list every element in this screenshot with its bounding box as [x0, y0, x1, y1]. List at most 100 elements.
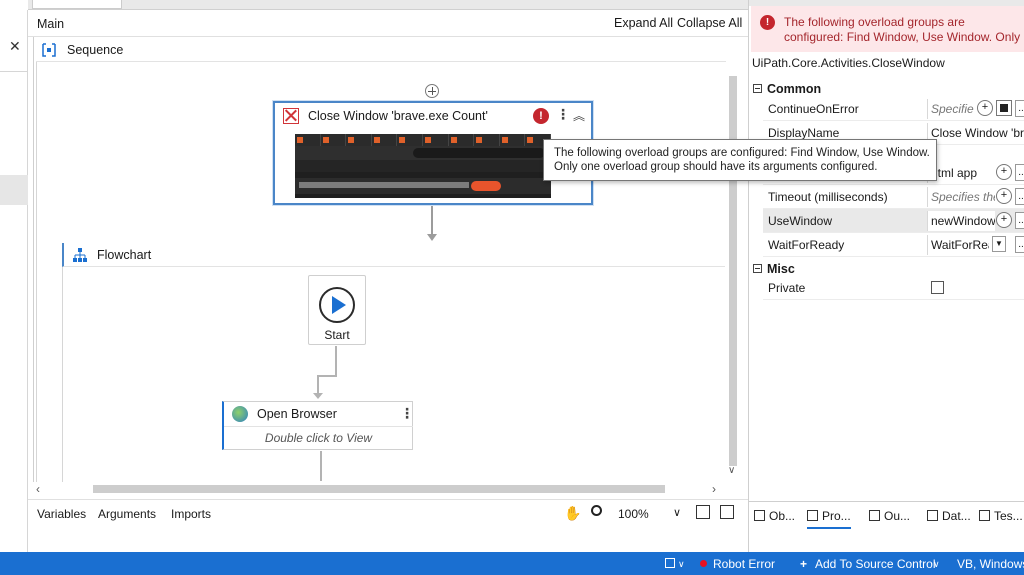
zoom-level[interactable]: 100%: [618, 507, 649, 521]
flowchart-header[interactable]: Flowchart: [62, 243, 725, 267]
close-panel-icon[interactable]: ✕: [9, 38, 21, 55]
activity-type-name: UiPath.Core.Activities.CloseWindow: [752, 56, 945, 70]
close-window-icon: [283, 108, 299, 124]
document-tab-bar: [28, 0, 748, 10]
collapse-box-icon[interactable]: [753, 264, 762, 273]
divider: [224, 426, 413, 427]
fit-to-screen-icon[interactable]: [696, 505, 710, 519]
horizontal-scrollbar[interactable]: ‹ ›: [33, 482, 726, 496]
open-browser-hint: Double click to View: [264, 431, 373, 445]
scroll-thumb[interactable]: [729, 76, 737, 466]
flow-connector: [320, 451, 322, 481]
start-label: Start: [324, 328, 350, 342]
scroll-right-icon[interactable]: ›: [712, 482, 716, 496]
prop-wait-for-ready[interactable]: WaitForReady WaitForRea ▼ ..: [763, 233, 1024, 257]
vertical-scrollbar[interactable]: ∨: [726, 62, 740, 482]
divider: [0, 71, 28, 72]
tab-data-manager[interactable]: Dat...: [927, 502, 971, 529]
prop-timeout[interactable]: Timeout (milliseconds) Specifies the + .…: [763, 185, 1024, 209]
uipath-studio-window: ✕ Main Expand All Collapse All Sequence …: [0, 0, 1024, 575]
connector-arrow: [427, 234, 437, 241]
flow-arrow: [313, 393, 323, 399]
overview-icon[interactable]: [720, 505, 734, 519]
robot-status-icon: [700, 560, 707, 567]
wrench-icon: [807, 510, 818, 521]
test-icon: [979, 510, 990, 521]
dropdown-arrow-icon[interactable]: ▼: [992, 236, 1006, 252]
error-banner: ! The following overload groups are conf…: [751, 6, 1024, 52]
flow-connector: [335, 346, 337, 376]
open-browser-title: Open Browser: [257, 407, 337, 421]
variables-tab[interactable]: Variables: [37, 507, 86, 521]
more-options-icon[interactable]: ⋮: [556, 106, 570, 123]
flowchart-border: [62, 267, 63, 482]
tab-object-browser[interactable]: Ob...: [754, 502, 795, 529]
scroll-left-icon[interactable]: ‹: [36, 482, 40, 496]
add-activity-icon[interactable]: [425, 84, 439, 98]
flowchart-label: Flowchart: [97, 248, 152, 262]
collapse-icon[interactable]: ︽: [573, 107, 585, 124]
sequence-icon: [42, 43, 56, 57]
flowchart-icon: [73, 248, 87, 262]
ellipsis-button[interactable]: ..: [1015, 188, 1024, 205]
sequence-border: [36, 62, 37, 482]
plus-icon[interactable]: +: [977, 100, 993, 116]
tab-properties[interactable]: Pro...: [807, 502, 851, 529]
zoom-icon[interactable]: [591, 505, 602, 516]
continue-on-error-field[interactable]: Specifie: [927, 99, 975, 119]
plus-icon[interactable]: +: [996, 212, 1012, 228]
flow-connector: [317, 375, 337, 377]
open-browser-activity[interactable]: Open Browser ⋮ Double click to View: [222, 401, 414, 450]
plus-icon[interactable]: +: [996, 164, 1012, 180]
tab-outline[interactable]: Ou...: [869, 502, 910, 529]
display-name-field[interactable]: Close Window 'brav: [927, 123, 1024, 143]
expand-all-button[interactable]: Expand All: [614, 16, 673, 30]
collapse-all-button[interactable]: Collapse All: [677, 16, 742, 30]
preview-browser-tabs: [295, 134, 551, 146]
globe-icon: [232, 406, 248, 422]
object-icon: [754, 510, 765, 521]
more-options-icon[interactable]: ⋮: [400, 405, 414, 422]
project-language[interactable]: VB, Windows: [957, 557, 1024, 571]
scroll-thumb[interactable]: [93, 485, 665, 493]
collapse-box-icon[interactable]: [753, 84, 762, 93]
selected-item[interactable]: [0, 175, 28, 205]
chevron-down-icon[interactable]: ∨: [673, 506, 681, 519]
prop-use-window[interactable]: UseWindow newWindow + ..: [763, 209, 1024, 233]
start-node[interactable]: Start: [308, 275, 366, 345]
add-to-source-control[interactable]: Add To Source Control: [815, 557, 936, 571]
chevron-down-icon[interactable]: ∨: [678, 559, 685, 570]
private-checkbox[interactable]: [931, 281, 944, 294]
prop-continue-on-error[interactable]: ContinueOnError Specifie + ..: [763, 97, 1024, 121]
timeout-field[interactable]: Specifies the: [927, 187, 995, 207]
pan-hand-icon[interactable]: ✋: [564, 505, 581, 522]
play-icon: [332, 296, 346, 314]
chevron-down-icon[interactable]: ∨: [933, 559, 940, 570]
publish-icon[interactable]: [665, 558, 675, 568]
ellipsis-button[interactable]: ..: [1015, 100, 1024, 117]
breadcrumb[interactable]: Main: [37, 17, 64, 31]
plus-icon[interactable]: +: [996, 188, 1012, 204]
designer-header: Main Expand All Collapse All: [28, 10, 748, 37]
use-window-field[interactable]: newWindow: [927, 211, 995, 231]
ellipsis-button[interactable]: ..: [1015, 236, 1024, 253]
ellipsis-button[interactable]: ..: [1015, 212, 1024, 229]
error-icon: !: [760, 15, 775, 30]
error-icon[interactable]: !: [533, 108, 549, 124]
tab-test-explorer[interactable]: Tes...: [979, 502, 1023, 529]
error-message: The following overload groups are config…: [784, 15, 1021, 47]
imports-tab[interactable]: Imports: [171, 507, 211, 521]
scroll-down-icon[interactable]: ∨: [728, 465, 735, 476]
designer-footer: Variables Arguments Imports ✋ 100% ∨: [28, 499, 748, 527]
sequence-header[interactable]: Sequence: [36, 38, 726, 62]
outline-icon: [869, 510, 880, 521]
wait-for-ready-field[interactable]: WaitForRea: [927, 235, 989, 255]
prop-private[interactable]: Private: [763, 276, 1024, 300]
ellipsis-button[interactable]: ..: [1015, 164, 1024, 181]
overload-tooltip: The following overload groups are config…: [543, 139, 937, 181]
stop-icon[interactable]: [996, 100, 1012, 116]
flow-connector: [317, 376, 319, 394]
tab-main[interactable]: [32, 0, 122, 9]
robot-error-status[interactable]: Robot Error: [713, 557, 775, 571]
arguments-tab[interactable]: Arguments: [98, 507, 156, 521]
